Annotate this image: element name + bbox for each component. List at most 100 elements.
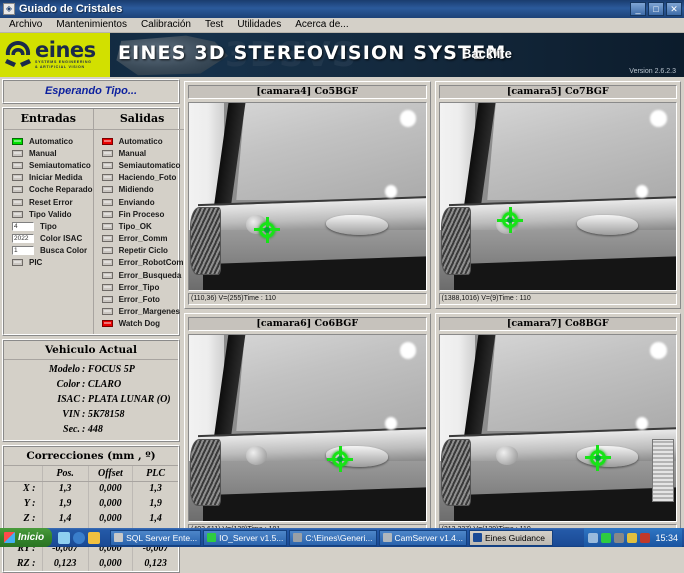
target-crosshair-icon: [585, 445, 611, 471]
taskbar-task-button[interactable]: CamServer v1.4...: [379, 530, 468, 546]
taskbar-clock[interactable]: 15:34: [655, 533, 678, 543]
output-row: Error_RobotComm: [94, 257, 191, 269]
output-row: Error_Comm: [94, 233, 191, 245]
camera-image-view[interactable]: [439, 102, 678, 291]
camera-image-view[interactable]: [188, 334, 427, 523]
output-label: Error_Margenes: [119, 307, 180, 316]
output-led-indicator-icon: [102, 162, 113, 169]
task-label: CamServer v1.4...: [395, 533, 464, 543]
network-icon[interactable]: [588, 533, 598, 543]
camera-grid: [camara4] Co5BGF(110,36) V=(255)Time : 1…: [182, 77, 684, 543]
start-button-label: Inicio: [18, 532, 44, 543]
output-row: Semiautomatico: [94, 159, 191, 171]
camera-image-view[interactable]: [439, 334, 678, 523]
menu-mantenimientos[interactable]: Mantenimientos: [49, 18, 134, 32]
menu-acerca-de[interactable]: Acerca de...: [288, 18, 355, 32]
corrections-cell-offset: 0,000: [88, 496, 132, 511]
vehicle-info-key: VIN: [4, 409, 82, 420]
desktop-icon[interactable]: [58, 532, 70, 544]
photo-highlight: [650, 110, 667, 127]
corrections-row: X :1,30,0001,3: [4, 481, 178, 496]
outputs-column: Salidas AutomaticoManualSemiautomaticoHa…: [94, 109, 191, 334]
close-icon[interactable]: ✕: [666, 2, 682, 16]
output-row: Error_Tipo: [94, 281, 191, 293]
output-label: Haciendo_Foto: [119, 173, 177, 182]
menu-archivo[interactable]: Archivo: [2, 18, 49, 32]
taskbar-task-button[interactable]: C:\Eines\Generi...: [289, 530, 376, 546]
camera-image-view[interactable]: [188, 102, 427, 291]
start-button[interactable]: Inicio: [0, 528, 52, 547]
vehicle-info-key: ISAC: [4, 394, 82, 405]
input-value-field[interactable]: 1: [12, 246, 34, 255]
input-value-field[interactable]: 2022: [12, 234, 34, 243]
menu-calibracion[interactable]: Calibración: [134, 18, 198, 32]
version-label: Version 2.6.2.3: [629, 68, 676, 75]
minimize-icon[interactable]: _: [630, 2, 646, 16]
taskbar-task-button[interactable]: Eines Guidance: [469, 530, 553, 546]
camera-title: [camara6] Co6BGF: [188, 317, 427, 331]
volume-icon[interactable]: [601, 533, 611, 543]
taskbar-task-button[interactable]: SQL Server Ente...: [110, 530, 201, 546]
usb-icon[interactable]: [627, 533, 637, 543]
input-row: Automatico: [4, 135, 93, 147]
camera-status-bar: (1388,1016) V=(9)Time : 110: [439, 293, 678, 305]
corrections-cell-plc: 1,9: [133, 496, 178, 511]
vehicle-info-key: Sec.: [4, 424, 82, 435]
input-label: Color ISAC: [40, 234, 82, 243]
target-crosshair-icon: [327, 446, 353, 472]
menu-test[interactable]: Test: [198, 18, 230, 32]
photo-highlight-2: [636, 417, 648, 430]
corrections-cell-offset: 0,000: [88, 556, 132, 571]
input-led-indicator-icon: [12, 186, 23, 193]
input-label: Tipo: [40, 222, 57, 231]
corrections-body: X :1,30,0001,3Y :1,90,0001,9Z :1,40,0001…: [4, 481, 178, 571]
corrections-row: Y :1,90,0001,9: [4, 496, 178, 511]
input-label: Automatico: [29, 137, 73, 146]
target-crosshair-icon: [497, 207, 523, 233]
task-app-icon: [207, 533, 216, 542]
input-value-field[interactable]: 4: [12, 222, 34, 231]
output-label: Semiautomatico: [119, 161, 181, 170]
output-label: Error_Foto: [119, 295, 160, 304]
menu-utilidades[interactable]: Utilidades: [230, 18, 288, 32]
media-icon[interactable]: [88, 532, 100, 544]
input-row: Tipo Valido: [4, 208, 93, 220]
taskbar-task-button[interactable]: IO_Server v1.5...: [203, 530, 287, 546]
main-content: Esperando Tipo... Entradas AutomaticoMan…: [0, 77, 684, 543]
camera-photo: [189, 335, 426, 522]
photo-glass: [236, 102, 426, 200]
vehicle-info-row: ColorCLARO: [4, 377, 178, 392]
output-label: Error_Comm: [119, 234, 168, 243]
camera-panel: [camara6] Co6BGF(403,611) V=(138)Time : …: [184, 313, 431, 541]
outputs-list: Automatico Manual Semiautomatico Haciendo_F…: [94, 130, 191, 334]
output-label: Tipo_OK: [119, 222, 152, 231]
application-window: ◈ Guiado de Cristales _ □ ✕ Archivo Mant…: [0, 0, 684, 547]
logo-wordmark: eines: [35, 41, 96, 60]
antivirus-icon[interactable]: [640, 533, 650, 543]
windows-taskbar: Inicio SQL Server Ente...IO_Server v1.5.…: [0, 528, 684, 547]
maximize-icon[interactable]: □: [648, 2, 664, 16]
status-panel: Esperando Tipo...: [2, 79, 180, 104]
input-label: Coche Reparado: [29, 185, 93, 194]
corrections-panel-title: Correcciones (mm , º): [4, 447, 178, 466]
vehicle-info-row: VIN5K78158: [4, 407, 178, 422]
input-label: Reset Error: [29, 198, 73, 207]
menu-bar: Archivo Mantenimientos Calibración Test …: [0, 18, 684, 33]
output-row: Error_Foto: [94, 293, 191, 305]
input-label: Semiautomatico: [29, 161, 91, 170]
output-row: Automatico: [94, 135, 191, 147]
vehicle-info-value: 5K78158: [82, 409, 125, 420]
vehicle-info-row: Sec.448: [4, 422, 178, 437]
output-label: Manual: [119, 149, 147, 158]
logo-mark-icon: [3, 39, 33, 71]
task-label: Eines Guidance: [485, 533, 545, 543]
shield-icon[interactable]: [614, 533, 624, 543]
sidebar: Esperando Tipo... Entradas AutomaticoMan…: [0, 77, 182, 543]
output-led-indicator-icon: [102, 235, 113, 242]
banner-title: EINES 3D STEREOVISION SYSTEM: [118, 42, 506, 64]
browser-icon[interactable]: [73, 532, 85, 544]
input-label: Busca Color: [40, 246, 87, 255]
input-led-indicator-icon: [12, 150, 23, 157]
corrections-cell-pos: 0,123: [42, 556, 88, 571]
logo-tagline-2: & ARTIFICIAL VISION: [35, 65, 96, 70]
